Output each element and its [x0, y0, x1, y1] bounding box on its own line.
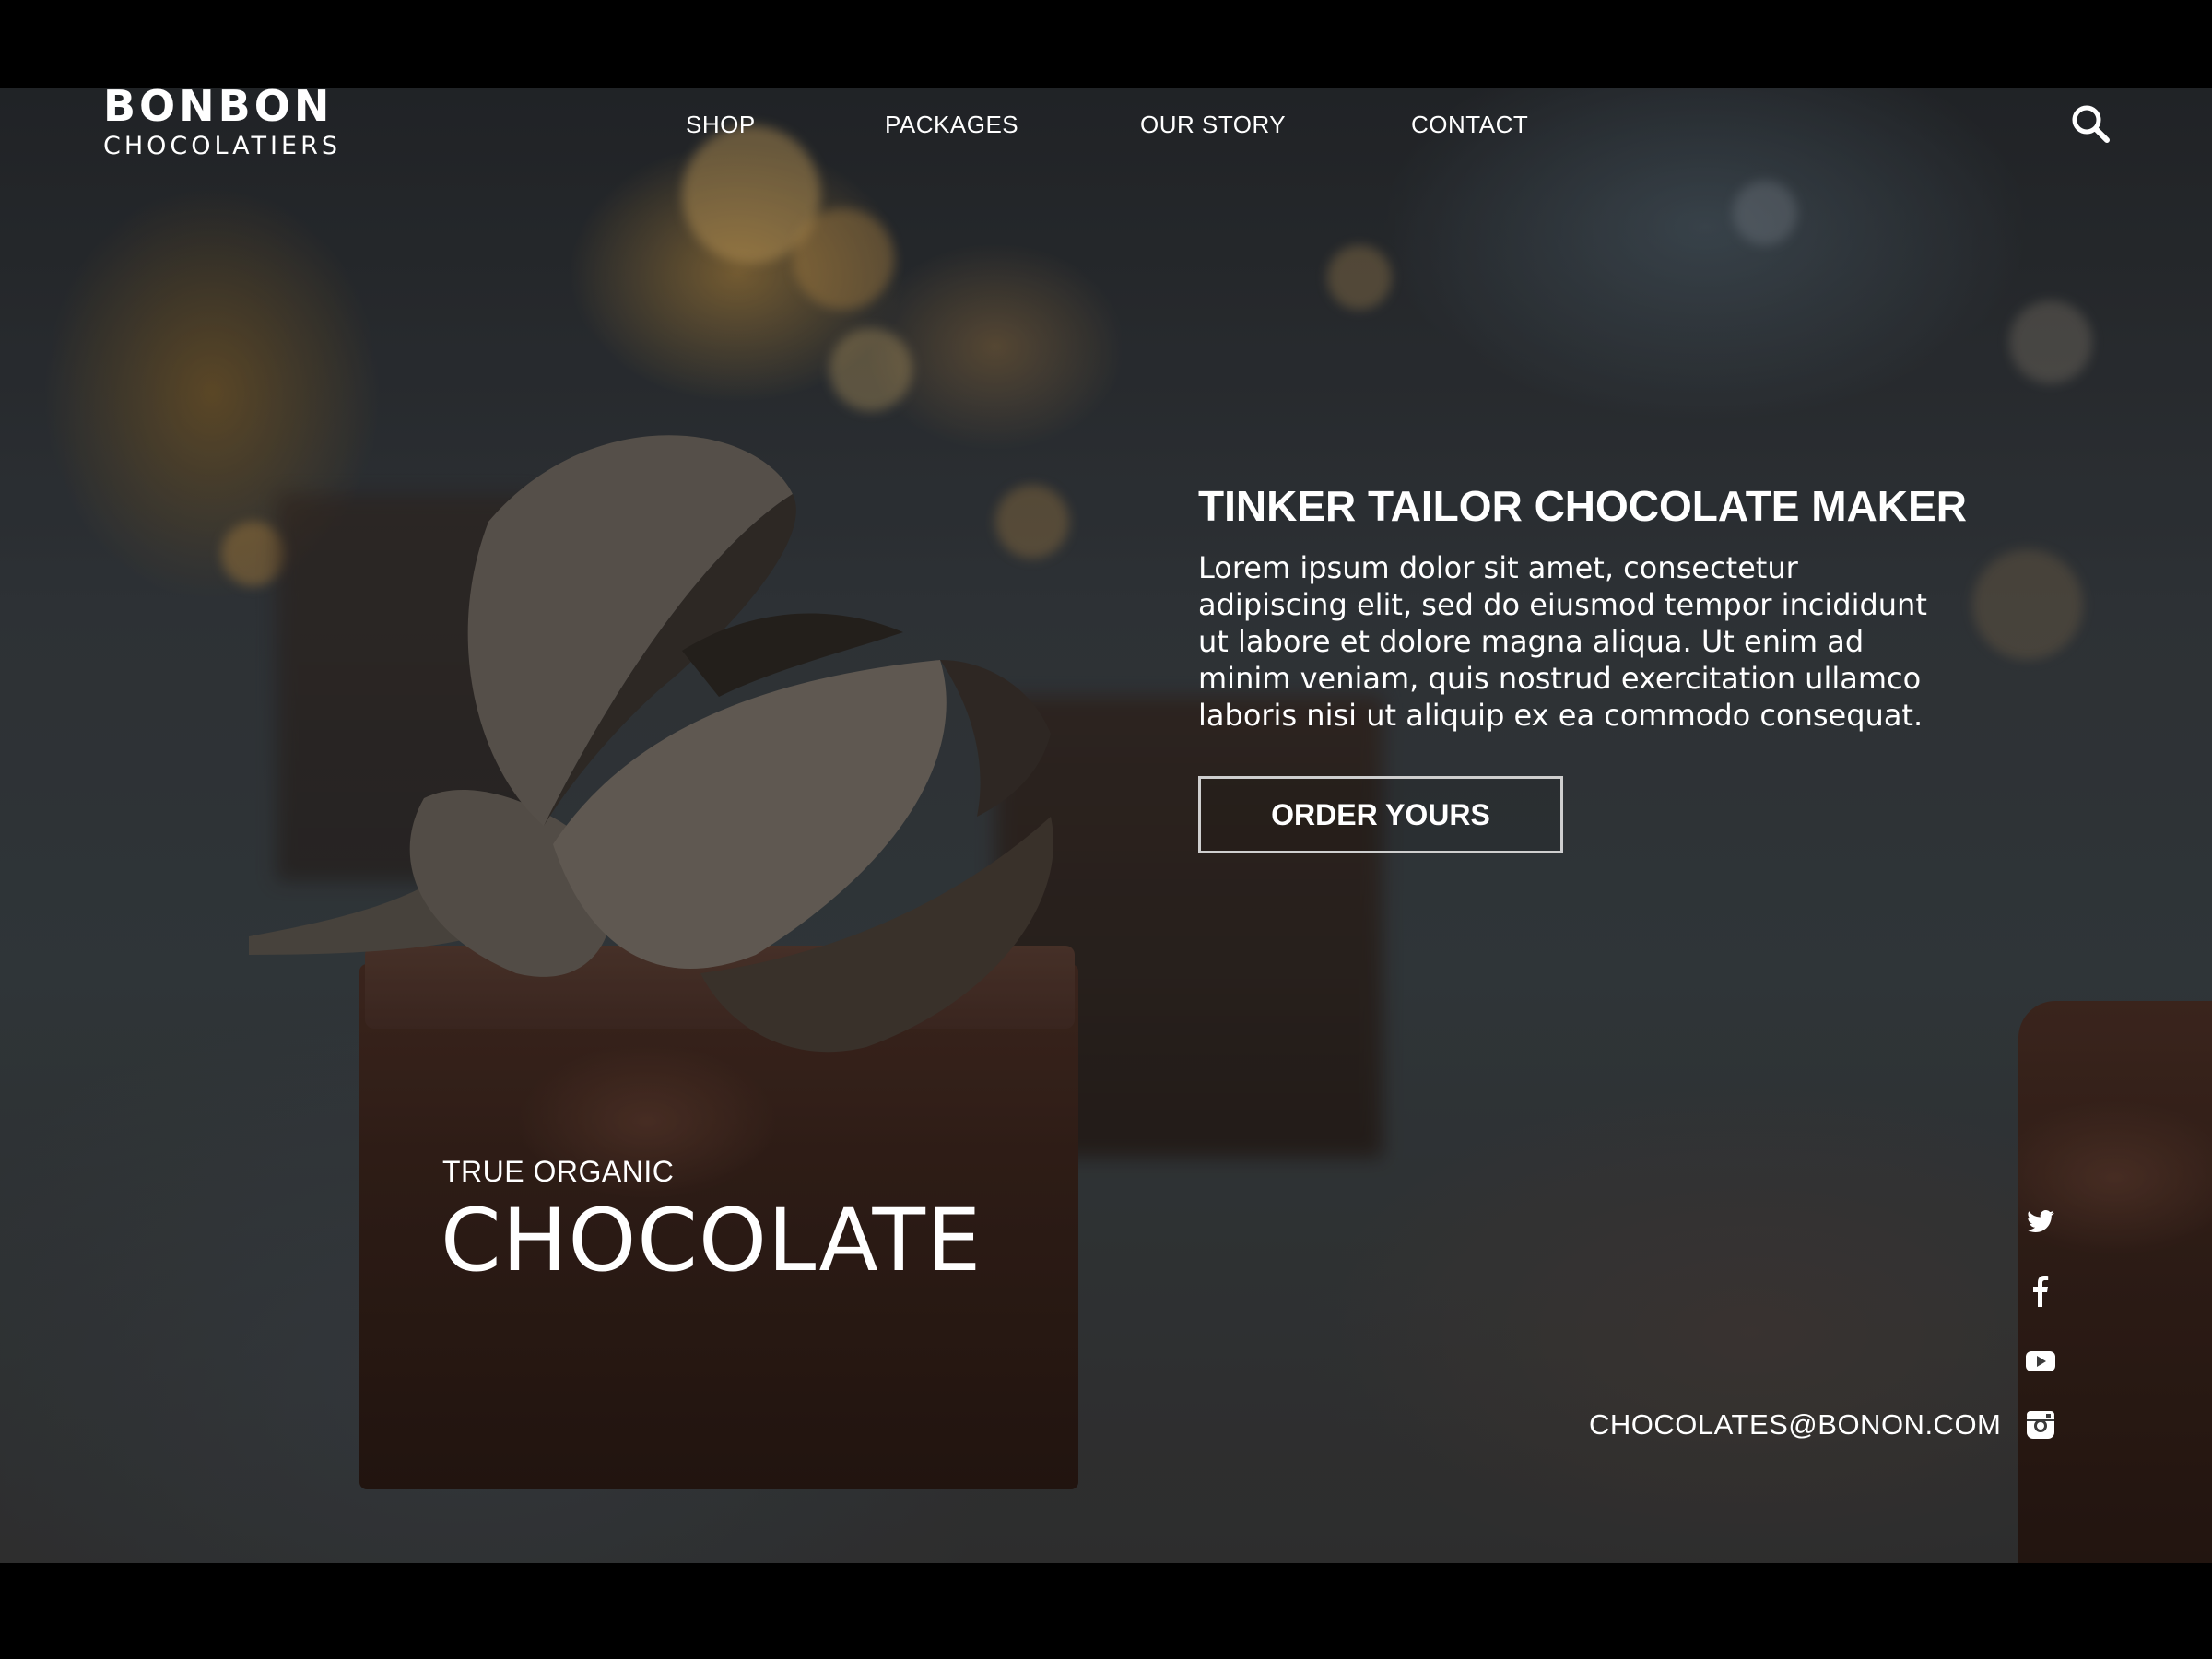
dark-overlay — [0, 88, 2212, 1563]
nav-item-our-story[interactable]: OUR STORY — [1140, 111, 1286, 139]
nav-item-packages[interactable]: PACKAGES — [885, 111, 1018, 139]
instagram-icon[interactable] — [2024, 1408, 2057, 1441]
hero-headline: TINKER TAILOR CHOCOLATE MAKER — [1198, 482, 1967, 530]
hero-title: CHOCOLATE — [441, 1191, 982, 1291]
hero-body: Lorem ipsum dolor sit amet, consectetur … — [1198, 550, 1927, 733]
contact-email-link[interactable]: CHOCOLATES@BONON.COM — [1589, 1408, 2001, 1441]
facebook-icon[interactable] — [2024, 1274, 2057, 1307]
hero-background — [0, 88, 2212, 1563]
nav-item-shop[interactable]: SHOP — [686, 111, 756, 139]
twitter-icon[interactable] — [2024, 1206, 2057, 1239]
page: BONBON CHOCOLATIERS SHOP PACKAGES OUR ST… — [0, 0, 2212, 1659]
hero-kicker: TRUE ORGANIC — [442, 1155, 675, 1188]
order-yours-button[interactable]: ORDER YOURS — [1198, 776, 1563, 853]
main-nav: SHOP PACKAGES OUR STORY CONTACT — [0, 111, 2212, 147]
search-icon[interactable] — [2070, 103, 2111, 144]
nav-item-contact[interactable]: CONTACT — [1411, 111, 1528, 139]
youtube-icon[interactable] — [2024, 1345, 2057, 1378]
